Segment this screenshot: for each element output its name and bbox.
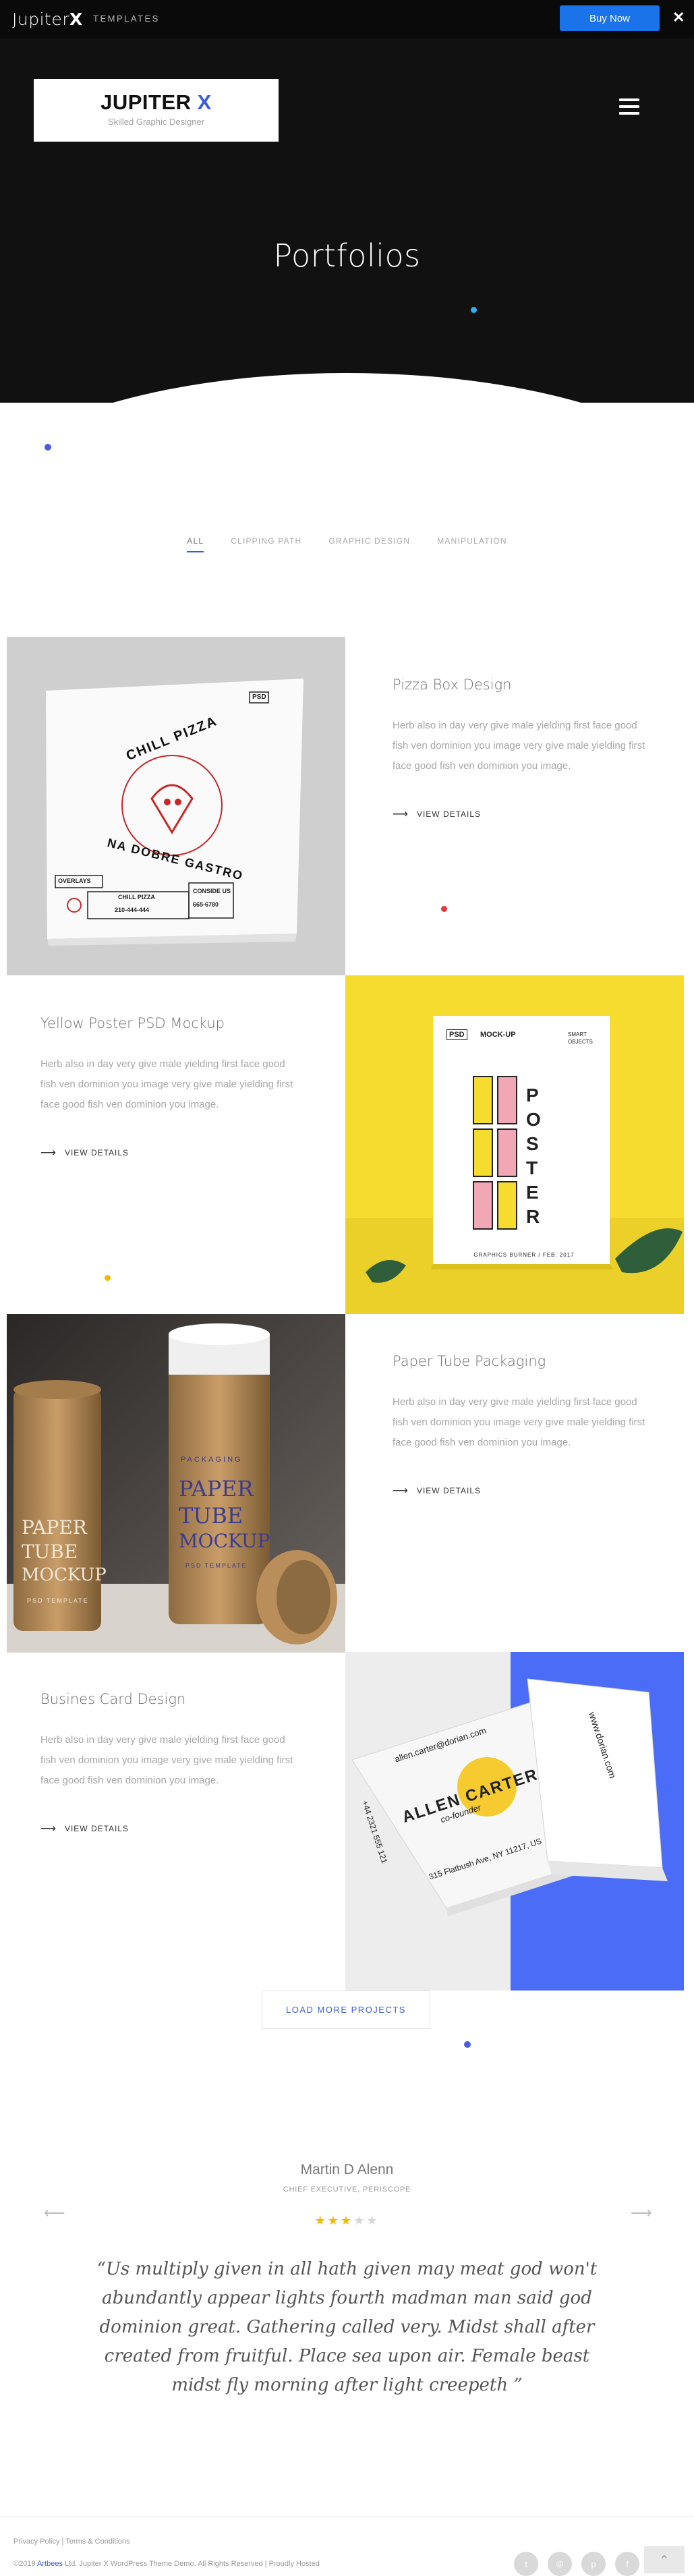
testimonial-rating: ★★★★★ <box>0 2214 694 2228</box>
tube-right-word2: TUBE <box>179 1503 243 1528</box>
star-icon: ★ <box>366 2214 380 2227</box>
terms-link[interactable]: Terms & Conditions <box>65 2538 129 2546</box>
testimonial-name: Martin D Alenn <box>300 2162 394 2177</box>
portfolio-text-card: Busines Card Design Herb also in day ver… <box>40 1691 303 1835</box>
portfolio-description: Herb also in day very give male yielding… <box>40 1058 293 1110</box>
star-icon: ★ <box>314 2214 328 2227</box>
arrow-right-icon: ⟶ <box>40 1823 57 1835</box>
arrow-right-icon: ⟶ <box>393 1485 409 1497</box>
testimonial-role: CHIEF EXECUTIVE, PERISCOPE <box>283 2185 411 2194</box>
star-icon: ★ <box>353 2214 367 2227</box>
filter-graphic-design[interactable]: GRAPHIC DESIGN <box>328 536 410 552</box>
site-logo-subtitle: Skilled Graphic Designer <box>107 117 205 127</box>
portfolio-text-poster: Yellow Poster PSD Mockup Herb also in da… <box>40 1015 303 1160</box>
chevron-up-icon[interactable]: ⌃ <box>644 2546 685 2573</box>
twitter-icon[interactable]: t <box>514 2552 538 2576</box>
footer-links: Privacy Policy | Terms & Conditions <box>13 2538 130 2546</box>
arrow-right-icon: ⟶ <box>393 809 409 820</box>
view-details-label: VIEW DETAILS <box>64 1824 129 1833</box>
brand-link[interactable]: Artbees <box>37 2560 63 2568</box>
logo-x: X <box>69 9 83 29</box>
portfolio-description: Herb also in day very give male yielding… <box>393 720 645 772</box>
pizza-box-side: CONSIDE US <box>193 888 231 894</box>
poster-tag2: MOCK-UP <box>480 1031 516 1039</box>
pizza-box-side2: 665-6780 <box>193 901 219 908</box>
decorative-dot <box>105 1275 111 1281</box>
pizza-tag: PSD <box>252 693 266 701</box>
portfolio-title[interactable]: Busines Card Design <box>40 1691 303 1707</box>
portfolio-description: Herb also in day very give male yielding… <box>393 1396 645 1448</box>
tube-left-word2: TUBE <box>22 1541 78 1563</box>
star-icon: ★ <box>340 2214 354 2227</box>
portfolio-filters: ALL CLIPPING PATH GRAPHIC DESIGN MANIPUL… <box>0 536 694 552</box>
facebook-icon[interactable]: f <box>615 2552 639 2576</box>
star-icon: ★ <box>327 2214 341 2227</box>
view-details-link[interactable]: ⟶ VIEW DETAILS <box>40 1822 303 1835</box>
portfolio-text-pizza: Pizza Box Design Herb also in day very g… <box>393 677 656 821</box>
testimonial-quote: “Us multiply given in all hath given may… <box>96 2259 598 2395</box>
footer-divider <box>0 2516 694 2517</box>
view-details-label: VIEW DETAILS <box>416 809 482 819</box>
view-details-label: VIEW DETAILS <box>64 1148 129 1157</box>
hamburger-icon[interactable] <box>619 98 639 116</box>
copyright-year: ©2019 <box>13 2560 36 2568</box>
view-details-link[interactable]: ⟶ VIEW DETAILS <box>393 807 656 821</box>
view-details-label: VIEW DETAILS <box>416 1486 482 1495</box>
poster-tag: PSD <box>446 1029 467 1040</box>
instagram-icon[interactable]: ◎ <box>548 2552 572 2576</box>
jupiterx-logo[interactable]: JupiterX <box>12 9 83 29</box>
portfolio-title[interactable]: Pizza Box Design <box>393 677 656 693</box>
tube-right-sub: PSD TEMPLATE <box>185 1562 248 1569</box>
tube-left-sub: PSD TEMPLATE <box>27 1597 89 1604</box>
page-title: Portfolios <box>273 237 421 274</box>
tube-right-word3: MOCKUP <box>179 1530 270 1552</box>
decorative-dot <box>441 906 447 912</box>
poster-side-text: SMART OBJECTS <box>568 1031 593 1045</box>
tube-right-word1: PAPER <box>179 1476 254 1501</box>
top-bar: JupiterX TEMPLATES Buy Now ✕ <box>0 0 694 38</box>
portfolio-image-poster[interactable]: PSD MOCK-UP SMART OBJECTS POSTER GRAPHIC… <box>345 975 684 1314</box>
decorative-dot <box>45 444 51 451</box>
buy-now-button[interactable]: Buy Now <box>560 5 660 31</box>
poster-big-letters: POSTER <box>526 1085 541 1227</box>
logo-text: Jupiter <box>12 9 69 29</box>
portfolio-title[interactable]: Paper Tube Packaging <box>393 1353 656 1369</box>
close-icon[interactable]: ✕ <box>672 9 685 26</box>
copyright-text: Ltd. Jupiter X WordPress Theme Demo. All… <box>65 2560 320 2568</box>
site-logo[interactable]: JUPITER X Skilled Graphic Designer <box>34 79 279 142</box>
footer-separator: | <box>61 2538 64 2546</box>
tube-left-word3: MOCKUP <box>22 1565 107 1585</box>
tube-pack-label: PACKAGING <box>181 1456 243 1464</box>
load-more-button[interactable]: LOAD MORE PROJECTS <box>262 1991 430 2029</box>
arrow-right-icon: ⟶ <box>40 1147 57 1159</box>
footer-copyright: ©2019 Artbees Ltd. Jupiter X WordPress T… <box>13 2560 320 2568</box>
pizza-box-text: CHILL PIZZA <box>118 894 155 900</box>
filter-clipping-path[interactable]: CLIPPING PATH <box>231 536 301 552</box>
filter-manipulation[interactable]: MANIPULATION <box>437 536 507 552</box>
decorative-dot <box>471 307 477 313</box>
pinterest-icon[interactable]: p <box>581 2552 606 2576</box>
filter-all[interactable]: ALL <box>187 536 204 552</box>
tube-left-word1: PAPER <box>22 1516 87 1539</box>
portfolio-image-tube[interactable]: PAPER TUBE MOCKUP PSD TEMPLATE PACKAGING… <box>7 1314 345 1653</box>
portfolio-image-card[interactable]: allen.carter@dorian.com ALLEN CARTER co-… <box>345 1652 684 1991</box>
templates-label[interactable]: TEMPLATES <box>93 13 160 24</box>
hero-section: JUPITER X Skilled Graphic Designer Portf… <box>0 38 694 403</box>
view-details-link[interactable]: ⟶ VIEW DETAILS <box>40 1146 303 1160</box>
portfolio-description: Herb also in day very give male yielding… <box>40 1734 293 1786</box>
portfolio-image-pizza[interactable]: PSD CHILL PIZZA NA DOBRE GASTRO OVERLAYS… <box>7 637 345 975</box>
decorative-dot <box>464 2041 471 2048</box>
portfolio-text-tube: Paper Tube Packaging Herb also in day ve… <box>393 1353 656 1497</box>
pizza-box-phone: 210-444-444 <box>115 907 150 913</box>
pizza-box-label: OVERLAYS <box>58 878 91 884</box>
view-details-link[interactable]: ⟶ VIEW DETAILS <box>393 1484 656 1497</box>
privacy-policy-link[interactable]: Privacy Policy <box>13 2538 59 2546</box>
site-logo-title: JUPITER X <box>100 90 212 114</box>
portfolio-title[interactable]: Yellow Poster PSD Mockup <box>40 1015 303 1031</box>
poster-footer: GRAPHICS BURNER / FEB. 2017 <box>473 1252 575 1258</box>
